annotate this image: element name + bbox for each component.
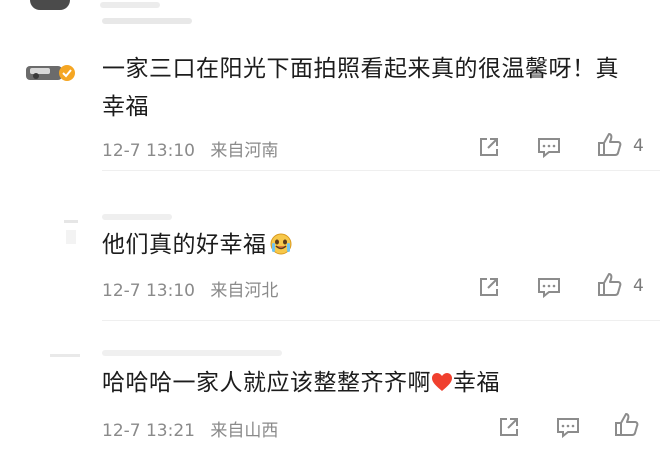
share-icon	[500, 418, 518, 436]
comment-icon	[538, 278, 560, 299]
comment-meta: 12-7 13:21 来自山西	[102, 416, 288, 441]
share-button[interactable]	[474, 272, 504, 302]
comment-icon	[557, 418, 579, 439]
comment-time: 12-7 13:21	[102, 421, 195, 441]
comment-item: 哈哈哈一家人就应该整整齐齐啊 幸福 12-7 13:21 来自山西	[0, 320, 660, 450]
crying-face-emoji	[269, 230, 293, 268]
like-count: 4	[633, 276, 644, 296]
username[interactable]	[102, 350, 282, 356]
avatar[interactable]	[24, 214, 80, 250]
reply-button[interactable]	[534, 272, 564, 302]
comment-location: 来自河北	[210, 281, 279, 301]
share-icon	[480, 278, 498, 296]
share-icon	[480, 138, 498, 156]
heart-emoji	[431, 366, 453, 404]
comment-time: 12-7 13:10	[102, 141, 195, 161]
thumbs-up-icon	[615, 413, 639, 436]
comment-location: 来自河南	[210, 141, 279, 161]
comment-meta: 12-7 13:10 来自河南	[102, 136, 288, 161]
thumbs-up-icon	[598, 133, 622, 156]
comment-text: 他们真的好幸福	[102, 226, 634, 268]
reply-button[interactable]	[534, 132, 564, 162]
comment-item: 一家三口在阳光下面拍照看起来真的很温馨呀！真幸福 12-7 13:10 来自河南…	[0, 0, 660, 170]
comment-icon	[538, 138, 560, 159]
verified-badge-icon	[59, 65, 75, 81]
reply-button[interactable]	[553, 412, 583, 442]
like-button[interactable]	[595, 130, 625, 160]
avatar[interactable]	[24, 56, 80, 92]
comment-text: 哈哈哈一家人就应该整整齐齐啊 幸福	[102, 364, 634, 404]
share-button[interactable]	[494, 412, 524, 442]
username[interactable]	[102, 18, 192, 24]
comment-time: 12-7 13:10	[102, 281, 195, 301]
thumbs-up-icon	[598, 273, 622, 296]
avatar[interactable]	[24, 350, 80, 386]
comment-text: 一家三口在阳光下面拍照看起来真的很温馨呀！真幸福	[102, 56, 619, 120]
comment-meta: 12-7 13:10 来自河北	[102, 276, 288, 301]
comment-location: 来自山西	[210, 421, 279, 441]
like-button[interactable]	[612, 410, 642, 440]
share-button[interactable]	[474, 132, 504, 162]
like-button[interactable]	[595, 270, 625, 300]
comment-item: 他们真的好幸福 12-7 13:10 来自河北 4	[0, 170, 660, 320]
username[interactable]	[102, 214, 172, 220]
like-count: 4	[633, 136, 644, 156]
